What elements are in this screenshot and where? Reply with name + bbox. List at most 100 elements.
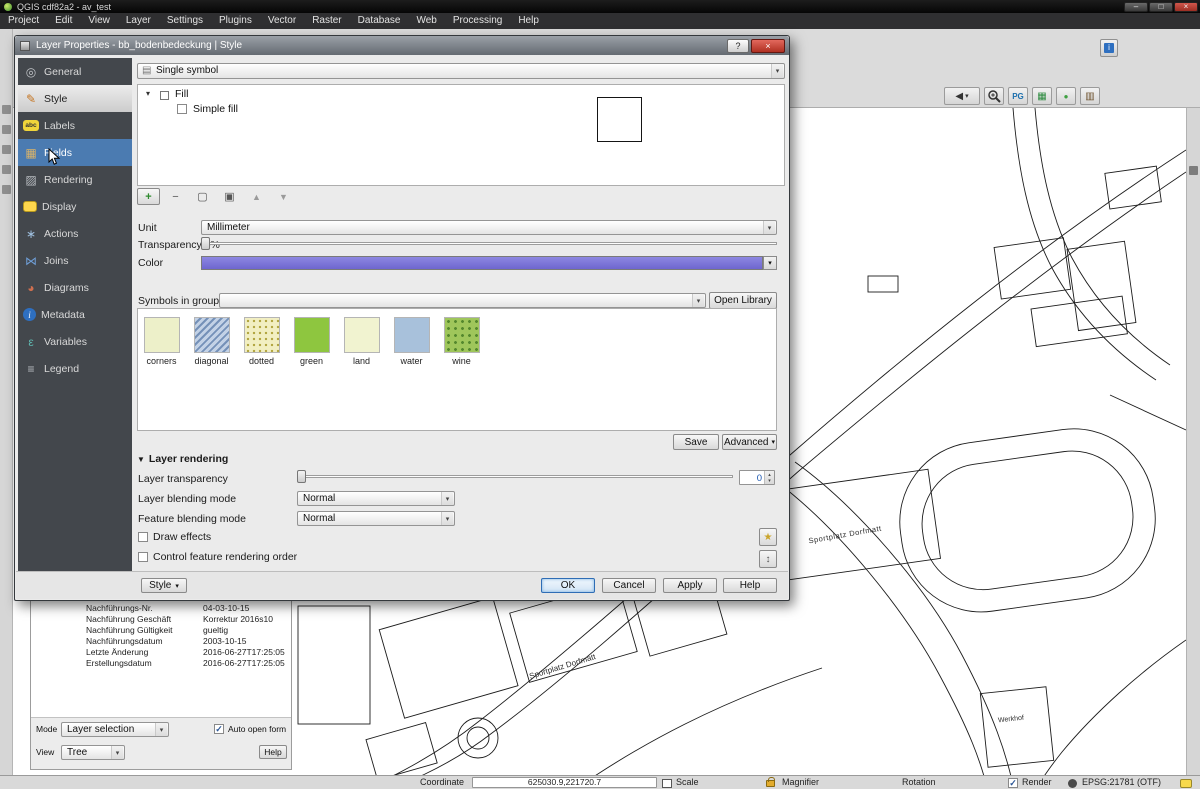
symbol-item[interactable]: dotted xyxy=(241,317,282,366)
postgis-button[interactable]: PG xyxy=(1008,87,1028,105)
dialog-close-icon[interactable]: × xyxy=(751,39,785,53)
sidebar-item-legend[interactable]: ≡ Legend xyxy=(18,355,132,382)
tool-icon[interactable] xyxy=(2,125,11,134)
symbol-item[interactable]: wine xyxy=(441,317,482,366)
unit-select[interactable]: Millimeter ▾ xyxy=(201,220,777,235)
attribute-row[interactable]: Nachführungsdatum 2003-10-15 xyxy=(31,636,291,647)
auto-open-form-checkbox[interactable]: ✓ xyxy=(214,724,224,734)
menu-help[interactable]: Help xyxy=(510,13,547,29)
layer-transparency-slider[interactable] xyxy=(297,470,733,483)
zoom-in-button[interactable] xyxy=(984,87,1004,105)
sidebar-item-variables[interactable]: ε Variables xyxy=(18,328,132,355)
tree-expander-icon[interactable]: ▾ xyxy=(146,89,150,98)
attribute-row[interactable]: Letzte Änderung 2016-06-27T17:25:05 xyxy=(31,647,291,658)
menu-raster[interactable]: Raster xyxy=(304,13,349,29)
ordering-button[interactable]: ↕ xyxy=(759,550,777,568)
duplicate-symbol-layer-button[interactable]: ▣ xyxy=(218,188,241,205)
sidebar-item-diagrams[interactable]: ◕ Diagrams xyxy=(18,274,132,301)
panel-handle-icon[interactable] xyxy=(1189,166,1198,175)
simple-fill-checkbox[interactable] xyxy=(177,104,187,114)
symbol-item[interactable]: water xyxy=(391,317,432,366)
menu-project[interactable]: Project xyxy=(0,13,47,29)
app-titlebar[interactable]: QGIS cdf82a2 - av_test – □ × xyxy=(0,0,1200,13)
sidebar-item-style[interactable]: ✎ Style xyxy=(18,85,132,112)
lock-symbol-layer-button[interactable]: ▢ xyxy=(191,188,214,205)
symbol-item[interactable]: diagonal xyxy=(191,317,232,366)
save-symbol-button[interactable]: Save xyxy=(673,434,719,450)
menu-processing[interactable]: Processing xyxy=(445,13,510,29)
render-checkbox[interactable]: ✓ xyxy=(1008,778,1018,788)
menu-vector[interactable]: Vector xyxy=(260,13,304,29)
messages-icon[interactable] xyxy=(1180,779,1192,788)
move-up-button[interactable]: ▲ xyxy=(245,188,268,205)
layers-button[interactable]: ▥ xyxy=(1080,87,1100,105)
ok-button[interactable]: OK xyxy=(541,578,595,593)
sidebar-item-rendering[interactable]: ▨ Rendering xyxy=(18,166,132,193)
layer-transparency-spinbox[interactable]: 0 ▴▾ xyxy=(739,470,775,485)
spin-down-icon[interactable]: ▾ xyxy=(768,478,771,484)
coordinate-input[interactable]: 625030.9,221720.7 xyxy=(472,777,657,788)
slider-handle[interactable] xyxy=(297,470,306,483)
menu-plugins[interactable]: Plugins xyxy=(211,13,260,29)
menu-layer[interactable]: Layer xyxy=(118,13,159,29)
sidebar-item-labels[interactable]: abc Labels xyxy=(18,112,132,139)
help-button[interactable]: Help xyxy=(723,578,777,593)
tool-icon[interactable] xyxy=(2,145,11,154)
tree-item-simple-fill[interactable]: Simple fill xyxy=(193,103,238,115)
renderer-select[interactable]: ▤ Single symbol ▾ xyxy=(137,63,785,79)
minimize-icon[interactable]: – xyxy=(1124,2,1148,12)
tool-icon[interactable] xyxy=(2,105,11,114)
effects-button[interactable]: ★ xyxy=(759,528,777,546)
layer-blending-select[interactable]: Normal ▾ xyxy=(297,491,455,506)
tool-icon[interactable] xyxy=(2,185,11,194)
symbols-group-select[interactable]: ▾ xyxy=(219,293,706,308)
color-button[interactable] xyxy=(201,256,763,270)
color-dropdown-button[interactable]: ▾ xyxy=(763,256,777,270)
identify-results-button[interactable]: i xyxy=(1100,39,1118,57)
remove-symbol-layer-button[interactable]: − xyxy=(164,188,187,205)
control-order-checkbox[interactable] xyxy=(138,552,148,562)
identify-help-button[interactable]: Help xyxy=(259,745,287,759)
menu-settings[interactable]: Settings xyxy=(159,13,211,29)
close-icon[interactable]: × xyxy=(1174,2,1198,12)
dialog-titlebar[interactable]: Layer Properties - bb_bodenbedeckung | S… xyxy=(15,36,789,55)
move-down-button[interactable]: ▼ xyxy=(272,188,295,205)
checker-layer-button[interactable]: ▦ xyxy=(1032,87,1052,105)
symbol-item[interactable]: land xyxy=(341,317,382,366)
scale-lock-icon[interactable] xyxy=(766,780,775,787)
tool-icon[interactable] xyxy=(2,165,11,174)
draw-effects-checkbox[interactable] xyxy=(138,532,148,542)
sidebar-item-fields[interactable]: ▦ Fields xyxy=(18,139,132,166)
style-menu-button[interactable]: Style ▾ xyxy=(141,578,187,593)
add-symbol-layer-button[interactable]: + xyxy=(137,188,160,205)
transparency-slider[interactable] xyxy=(201,237,777,250)
sidebar-item-actions[interactable]: ∗ Actions xyxy=(18,220,132,247)
feature-blending-select[interactable]: Normal ▾ xyxy=(297,511,455,526)
symbol-item[interactable]: green xyxy=(291,317,332,366)
symbol-item[interactable]: corners xyxy=(141,317,182,366)
crs-status-button[interactable]: EPSG:21781 (OTF) xyxy=(1082,777,1161,788)
cancel-button[interactable]: Cancel xyxy=(602,578,656,593)
attribute-row[interactable]: Erstellungsdatum 2016-06-27T17:25:05 xyxy=(31,658,291,669)
menu-database[interactable]: Database xyxy=(350,13,409,29)
mode-select[interactable]: Layer selection ▾ xyxy=(61,722,169,737)
menu-view[interactable]: View xyxy=(80,13,118,29)
attribute-row[interactable]: Nachführung Gültigkeit gueltig xyxy=(31,625,291,636)
attribute-row[interactable]: Nachführungs-Nr. 04-03-10-15 xyxy=(31,603,291,614)
menu-edit[interactable]: Edit xyxy=(47,13,80,29)
view-select[interactable]: Tree ▾ xyxy=(61,745,125,760)
menu-web[interactable]: Web xyxy=(408,13,444,29)
apply-button[interactable]: Apply xyxy=(663,578,717,593)
sidebar-item-metadata[interactable]: i Metadata xyxy=(18,301,132,328)
advanced-button[interactable]: Advanced ▾ xyxy=(722,434,777,450)
maximize-icon[interactable]: □ xyxy=(1149,2,1173,12)
sidebar-item-joins[interactable]: ⋈ Joins xyxy=(18,247,132,274)
pan-back-dropdown[interactable]: ◀ ▾ xyxy=(944,87,980,105)
sidebar-item-general[interactable]: ◎ General xyxy=(18,58,132,85)
layer-rendering-header[interactable]: ▼Layer rendering xyxy=(137,453,228,465)
slider-handle[interactable] xyxy=(201,237,210,250)
open-library-button[interactable]: Open Library xyxy=(709,292,777,309)
new-layer-button[interactable]: ● xyxy=(1056,87,1076,105)
attribute-row[interactable]: Nachführung Geschäft Korrektur 2016s10 xyxy=(31,614,291,625)
sidebar-item-display[interactable]: Display xyxy=(18,193,132,220)
